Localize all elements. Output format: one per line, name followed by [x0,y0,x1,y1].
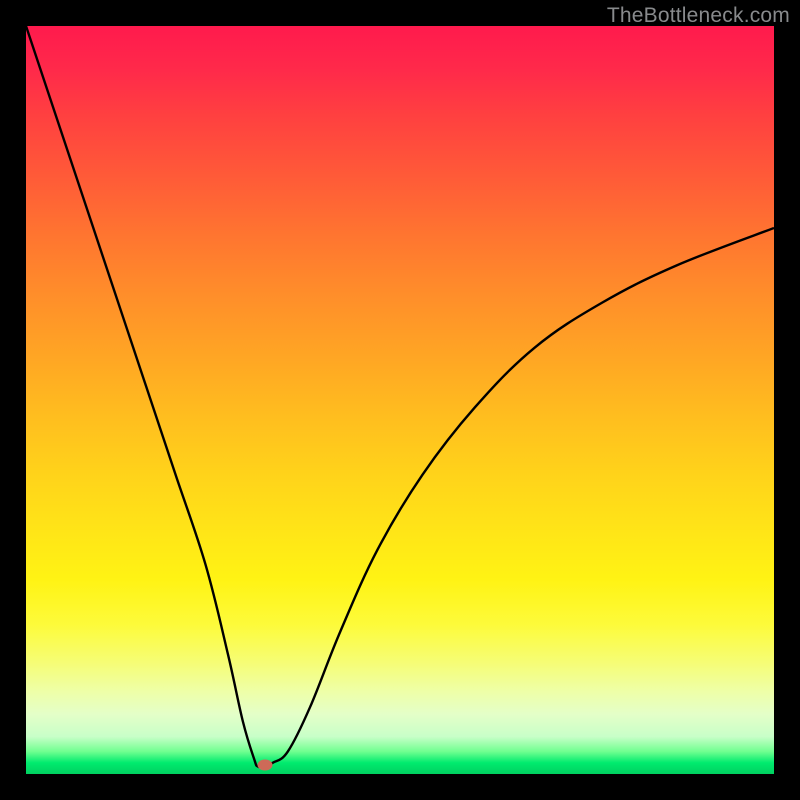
curve-path [26,26,774,767]
chart-plot-area [26,26,774,774]
optimal-point-marker [258,760,273,771]
watermark-text: TheBottleneck.com [607,4,790,28]
bottleneck-curve [26,26,774,774]
